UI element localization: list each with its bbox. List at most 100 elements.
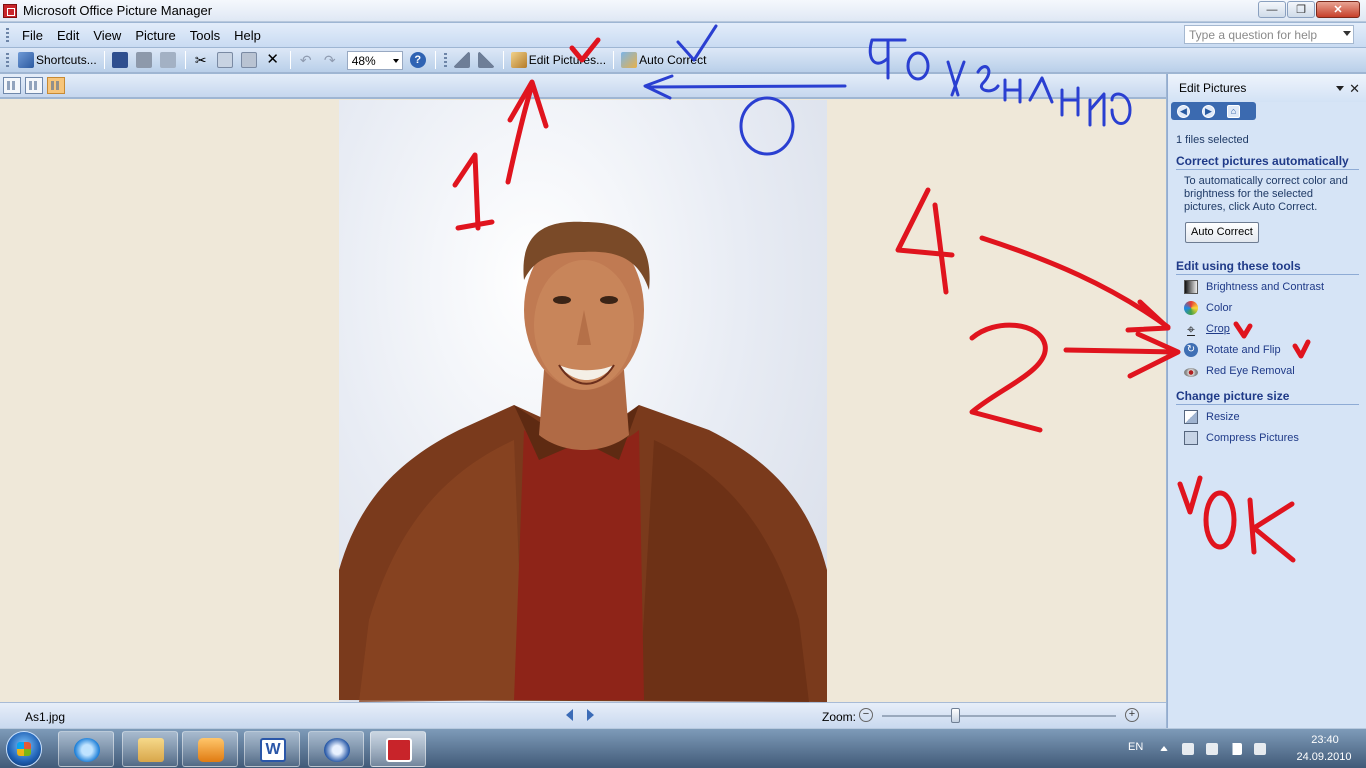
task-pane-close-icon[interactable]: ✕	[1349, 81, 1360, 97]
edit-pictures-task-pane: Edit Pictures ✕ ◀ ▶ ⌂ 1 files selected C…	[1167, 74, 1366, 728]
view-bar	[0, 74, 1166, 98]
menu-grip[interactable]	[6, 28, 9, 42]
menu-file[interactable]: File	[15, 28, 50, 43]
crop-link[interactable]: ⌖ Crop	[1184, 320, 1230, 338]
task-pane-menu-icon[interactable]	[1336, 86, 1344, 91]
eye-icon	[1184, 367, 1198, 377]
windows-taskbar: W EN 23:40 24.09.2010	[0, 728, 1366, 768]
next-picture-icon[interactable]	[587, 709, 594, 721]
status-bar: As1.jpg Zoom: − +	[0, 702, 1166, 728]
mail-client-icon	[324, 738, 350, 762]
menu-view[interactable]: View	[86, 28, 128, 43]
action-center-flag-icon[interactable]	[1182, 743, 1194, 755]
edit-pictures-icon	[510, 52, 527, 68]
close-button[interactable]: ✕	[1316, 1, 1360, 18]
rotate-left-icon	[453, 52, 470, 68]
taskbar-thunderbird[interactable]	[308, 731, 364, 767]
compress-pictures-link[interactable]: Compress Pictures	[1184, 429, 1299, 447]
network-icon[interactable]	[1230, 743, 1242, 755]
menu-help[interactable]: Help	[227, 28, 268, 43]
taskbar-explorer[interactable]	[122, 731, 178, 767]
resize-label: Resize	[1206, 411, 1240, 423]
clock-date[interactable]: 24.09.2010	[1292, 751, 1356, 763]
thumbnail-view-button[interactable]	[3, 77, 21, 94]
window-title: Microsoft Office Picture Manager	[23, 3, 213, 18]
window-controls: — ❐ ✕	[1257, 1, 1360, 18]
zoom-in-icon[interactable]: +	[1125, 708, 1139, 722]
undo-button[interactable]: ↶	[295, 50, 319, 70]
compress-icon	[1184, 431, 1198, 445]
title-bar: Microsoft Office Picture Manager — ❐ ✕	[0, 0, 1366, 22]
media-player-icon	[198, 738, 224, 762]
brightness-icon	[1184, 280, 1198, 294]
device-icon[interactable]	[1206, 743, 1218, 755]
paste-icon	[240, 52, 257, 68]
forward-icon[interactable]: ▶	[1202, 104, 1215, 118]
maximize-button[interactable]: ❐	[1287, 1, 1315, 18]
redo-button[interactable]: ↷	[319, 50, 343, 70]
toolbar-separator	[502, 51, 504, 69]
rotate-flip-link[interactable]: ↻ Rotate and Flip	[1184, 341, 1281, 359]
menu-tools[interactable]: Tools	[183, 28, 227, 43]
folder-icon	[138, 738, 164, 762]
clock-time[interactable]: 23:40	[1300, 734, 1350, 746]
zoom-out-icon[interactable]: −	[859, 708, 873, 722]
auto-correct-icon	[621, 52, 638, 68]
copy-button[interactable]	[214, 50, 238, 70]
help-dropdown-icon[interactable]	[1343, 31, 1351, 36]
minimize-button[interactable]: —	[1258, 1, 1286, 18]
help-button[interactable]: ?	[407, 50, 431, 70]
help-question-input[interactable]: Type a question for help	[1184, 25, 1354, 44]
export-button[interactable]	[157, 50, 181, 70]
red-eye-removal-label: Red Eye Removal	[1206, 365, 1295, 377]
redo-icon: ↷	[323, 52, 336, 68]
show-hidden-icons-icon[interactable]	[1160, 746, 1168, 751]
back-icon[interactable]: ◀	[1177, 104, 1190, 118]
rotate-left-button[interactable]	[451, 50, 475, 70]
menu-edit[interactable]: Edit	[50, 28, 86, 43]
start-button[interactable]	[6, 731, 42, 767]
language-indicator[interactable]: EN	[1128, 741, 1143, 753]
taskbar-picture-manager[interactable]	[370, 731, 426, 767]
delete-button[interactable]: ✕	[262, 50, 286, 70]
maximize-icon: ❐	[1296, 4, 1306, 16]
save-button[interactable]	[109, 50, 133, 70]
zoom-slider-thumb[interactable]	[950, 708, 960, 723]
print-button[interactable]	[133, 50, 157, 70]
picture-preview[interactable]	[339, 100, 827, 702]
previous-picture-icon[interactable]	[566, 709, 573, 721]
taskbar-word[interactable]: W	[244, 731, 300, 767]
paste-button[interactable]	[238, 50, 262, 70]
rotate-right-button[interactable]	[475, 50, 499, 70]
print-icon	[135, 52, 152, 68]
resize-link[interactable]: Resize	[1184, 408, 1240, 426]
picture-navigation	[566, 709, 594, 721]
volume-icon[interactable]	[1254, 743, 1266, 755]
system-tray: EN 23:40 24.09.2010	[1120, 729, 1366, 768]
taskbar-media-player[interactable]	[182, 731, 238, 767]
zoom-dropdown[interactable]: 48%	[346, 50, 403, 70]
toolbar-grip[interactable]	[443, 53, 447, 67]
auto-correct-button[interactable]: Auto Correct	[618, 50, 709, 70]
crop-icon: ⌖	[1187, 321, 1195, 337]
color-link[interactable]: Color	[1184, 299, 1232, 317]
home-icon[interactable]: ⌂	[1227, 104, 1240, 118]
taskbar-internet-explorer[interactable]	[58, 731, 114, 767]
brightness-contrast-link[interactable]: Brightness and Contrast	[1184, 278, 1324, 296]
single-picture-view-button[interactable]	[47, 77, 65, 94]
section-picture-size: Change picture size	[1176, 389, 1359, 405]
edit-pictures-button[interactable]: Edit Pictures...	[508, 50, 609, 70]
resize-icon	[1184, 410, 1198, 424]
filmstrip-view-button[interactable]	[25, 77, 43, 94]
shortcuts-button[interactable]: Shortcuts...	[15, 50, 100, 70]
crop-label: Crop	[1206, 323, 1230, 335]
cut-button[interactable]: ✂	[190, 50, 214, 70]
task-pane-auto-correct-button[interactable]: Auto Correct	[1185, 222, 1259, 243]
menu-picture[interactable]: Picture	[128, 28, 182, 43]
zoom-slider-track[interactable]	[882, 715, 1116, 717]
red-eye-removal-link[interactable]: Red Eye Removal	[1184, 362, 1295, 380]
task-pane-title: Edit Pictures	[1179, 81, 1247, 95]
menu-bar: File Edit View Picture Tools Help Type a…	[0, 23, 1366, 47]
undo-icon: ↶	[299, 52, 312, 68]
toolbar-grip[interactable]	[6, 53, 9, 67]
